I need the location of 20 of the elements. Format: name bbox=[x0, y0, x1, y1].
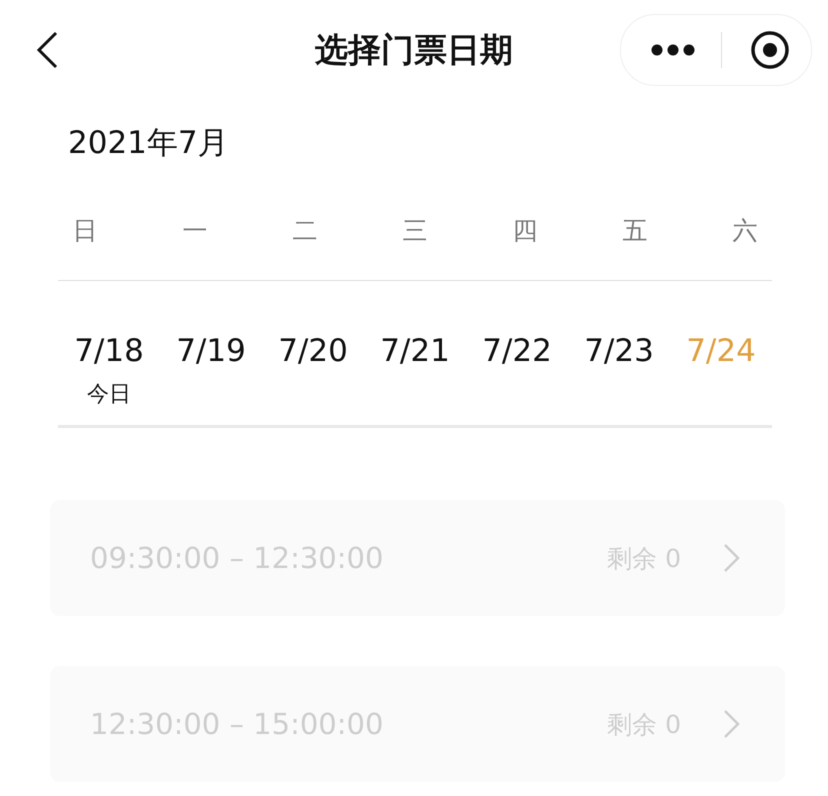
page-title: 选择门票日期 bbox=[315, 28, 513, 70]
weekday-label: 三 bbox=[402, 215, 428, 247]
more-icon[interactable] bbox=[651, 44, 695, 56]
date-option[interactable]: 7/18 bbox=[74, 333, 144, 369]
date-option[interactable]: 7/22 bbox=[482, 333, 552, 369]
weekday-label: 四 bbox=[512, 215, 538, 247]
weekday-label: 日 bbox=[72, 215, 98, 247]
chevron-icon bbox=[723, 543, 741, 573]
chevron-icon bbox=[723, 709, 741, 739]
today-label: 今日 bbox=[87, 381, 131, 409]
weekday-label: 一 bbox=[182, 215, 208, 247]
back-icon[interactable] bbox=[34, 30, 60, 70]
date-option[interactable]: 7/20 bbox=[278, 333, 348, 369]
weekday-label: 六 bbox=[732, 215, 758, 247]
month-label: 2021年7月 bbox=[68, 125, 229, 161]
weekday-label: 五 bbox=[622, 215, 648, 247]
date-option[interactable]: 7/19 bbox=[176, 333, 246, 369]
weekday-label: 二 bbox=[292, 215, 318, 247]
date-option[interactable]: 7/21 bbox=[380, 333, 450, 369]
date-option[interactable]: 7/23 bbox=[584, 333, 654, 369]
